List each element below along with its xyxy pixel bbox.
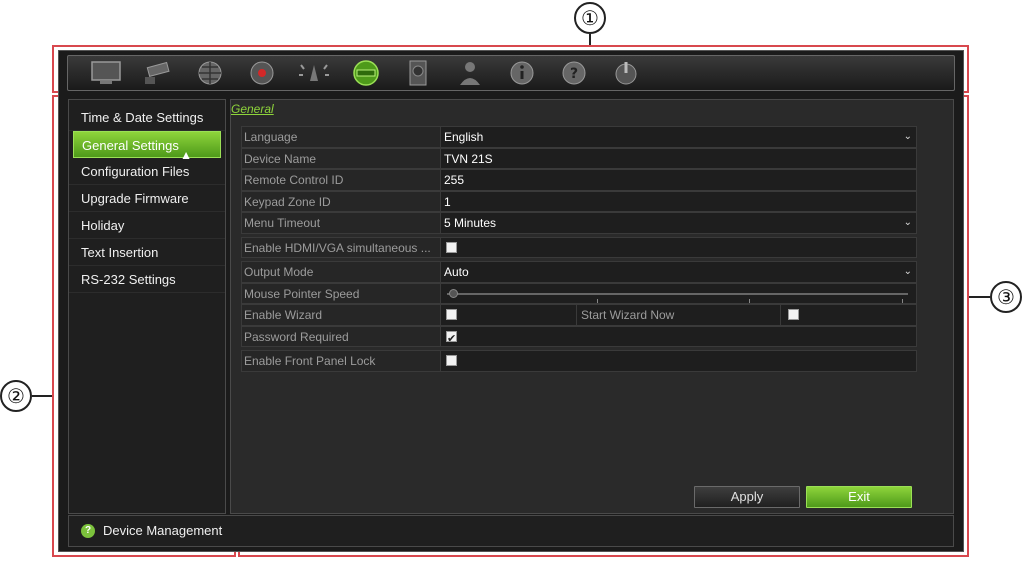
remote-control-id-input[interactable]: 255 (441, 170, 916, 190)
camera-icon[interactable] (132, 57, 184, 89)
sidebar-item-general[interactable]: General Settings ▲ (73, 131, 221, 162)
keypad-zone-id-label: Keypad Zone ID (242, 191, 441, 211)
keypad-zone-id-input[interactable]: 1 (441, 191, 916, 211)
wizard-row: Enable Wizard Start Wizard Now (241, 304, 917, 326)
front-panel-lock-cell (441, 351, 916, 371)
front-panel-lock-label: Enable Front Panel Lock (242, 351, 441, 371)
enable-hdmi-vga-row: Enable HDMI/VGA simultaneous ... (241, 236, 917, 258)
slider-tick (597, 298, 598, 303)
sidebar-item-time-date[interactable]: Time & Date Settings (69, 104, 225, 131)
menu-timeout-row: Menu Timeout 5 Minutes ⌄ (241, 212, 917, 234)
device-management-icon[interactable] (340, 57, 392, 89)
mouse-pointer-speed-row: Mouse Pointer Speed (241, 282, 917, 304)
info-icon[interactable] (496, 57, 548, 89)
network-icon[interactable] (184, 57, 236, 89)
output-mode-row: Output Mode Auto ⌄ (241, 261, 917, 283)
main-toolbar: ? (67, 55, 955, 91)
user-icon[interactable] (444, 57, 496, 89)
callout-3-line (969, 296, 990, 298)
output-mode-value: Auto (444, 265, 469, 279)
enable-hdmi-vga-cell (441, 237, 916, 257)
device-name-label: Device Name (242, 148, 441, 168)
language-select[interactable]: English ⌄ (441, 127, 916, 147)
remote-control-id-label: Remote Control ID (242, 170, 441, 190)
help-icon[interactable]: ? (548, 57, 600, 89)
power-icon[interactable] (600, 57, 652, 89)
chevron-down-icon: ⌄ (903, 266, 912, 277)
language-value: English (444, 130, 484, 144)
slider-tick (749, 298, 750, 303)
footer-label: Device Management (103, 523, 223, 538)
help-icon: ? (81, 523, 95, 538)
output-mode-label: Output Mode (242, 262, 441, 282)
remote-control-id-row: Remote Control ID 255 (241, 169, 917, 191)
enable-wizard-label: Enable Wizard (242, 305, 441, 325)
sidebar-item-holiday[interactable]: Holiday (69, 212, 225, 239)
start-wizard-now-checkbox[interactable] (788, 309, 799, 320)
apply-button[interactable]: Apply (694, 486, 800, 508)
keypad-zone-id-row: Keypad Zone ID 1 (241, 190, 917, 212)
language-row: Language English ⌄ (241, 126, 917, 148)
enable-hdmi-vga-label: Enable HDMI/VGA simultaneous ... (242, 237, 441, 257)
manual-figure: ① ② ③ ? Time & Date Settings General Set… (0, 0, 1024, 561)
monitor-icon[interactable] (80, 57, 132, 89)
device-name-input[interactable]: TVN 21S (441, 148, 916, 168)
callout-2: ② (0, 380, 32, 412)
record-icon[interactable] (236, 57, 288, 89)
device-name-row: Device Name TVN 21S (241, 147, 917, 169)
chevron-down-icon: ⌄ (903, 131, 912, 142)
sidebar-item-configuration-files[interactable]: Configuration Files (69, 158, 225, 185)
mouse-pointer-speed-cell (441, 283, 916, 303)
front-panel-lock-row: Enable Front Panel Lock (241, 350, 917, 372)
callout-2-line (32, 395, 52, 397)
enable-hdmi-vga-checkbox[interactable] (446, 241, 457, 253)
menu-timeout-value: 5 Minutes (444, 216, 497, 230)
footer-bar: ? Device Management (68, 515, 954, 547)
tab-bar: General (231, 100, 953, 120)
callout-1: ① (574, 2, 606, 34)
exit-button[interactable]: Exit (806, 486, 912, 508)
enable-wizard-checkbox[interactable] (446, 309, 457, 320)
slider-handle[interactable] (449, 288, 458, 298)
front-panel-lock-checkbox[interactable] (446, 355, 457, 366)
slider-tick (902, 298, 903, 303)
general-settings-panel: General Language English ⌄ Device Name TV… (230, 99, 954, 514)
start-wizard-now-label: Start Wizard Now (577, 305, 781, 325)
tab-general[interactable]: General (231, 102, 274, 116)
svg-text:?: ? (570, 66, 578, 82)
password-required-checkbox[interactable] (446, 329, 457, 349)
wizard-cell: Start Wizard Now (441, 305, 916, 325)
menu-timeout-label: Menu Timeout (242, 213, 441, 233)
mouse-pointer-speed-label: Mouse Pointer Speed (242, 283, 441, 303)
mouse-pointer-speed-slider[interactable] (447, 288, 908, 303)
hdd-icon[interactable] (392, 57, 444, 89)
sidebar-item-label: General Settings (82, 138, 179, 153)
sidebar-item-text-insertion[interactable]: Text Insertion (69, 239, 225, 266)
callout-3: ③ (990, 281, 1022, 313)
general-settings-form: Language English ⌄ Device Name TVN 21S Re… (241, 126, 917, 372)
device-management-link[interactable]: ? Device Management (81, 523, 222, 538)
chevron-down-icon: ⌄ (903, 217, 912, 228)
output-mode-select[interactable]: Auto ⌄ (441, 262, 916, 282)
sidebar-item-upgrade-firmware[interactable]: Upgrade Firmware (69, 185, 225, 212)
language-label: Language (242, 127, 441, 147)
sidebar-item-rs232[interactable]: RS-232 Settings (69, 266, 225, 293)
menu-timeout-select[interactable]: 5 Minutes ⌄ (441, 213, 916, 233)
alarm-icon[interactable] (288, 57, 340, 89)
password-required-label: Password Required (242, 326, 441, 346)
settings-sidebar: Time & Date Settings General Settings ▲ C… (68, 99, 226, 514)
password-required-row: Password Required (241, 325, 917, 349)
password-required-cell (441, 326, 916, 349)
